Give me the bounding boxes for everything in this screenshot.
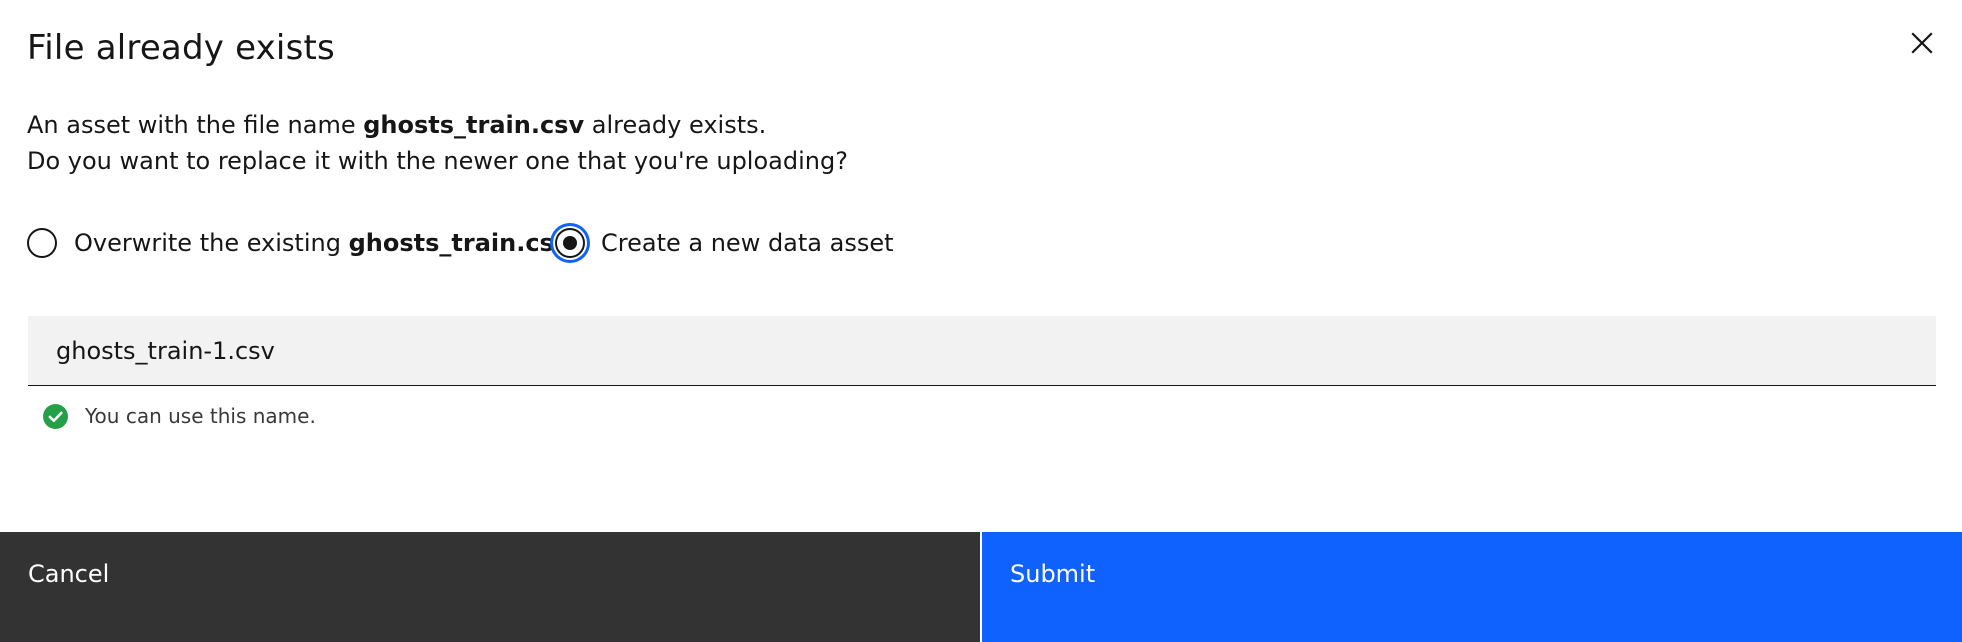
radio-overwrite-label: Overwrite the existing ghosts_train.csv: [74, 229, 569, 257]
radio-create-new-label: Create a new data asset: [601, 229, 894, 257]
submit-button[interactable]: Submit: [982, 532, 1962, 642]
radio-button-unchecked[interactable]: [27, 228, 57, 258]
message-line-2: Do you want to replace it with the newer…: [27, 147, 848, 175]
modal-message: An asset with the file name ghosts_train…: [27, 107, 848, 179]
message-line-1: An asset with the file name ghosts_train…: [27, 107, 848, 143]
existing-filename: ghosts_train.csv: [363, 111, 585, 139]
modal-footer: Cancel Submit: [0, 532, 1962, 642]
new-asset-name-input[interactable]: ghosts_train-1.csv: [28, 316, 1936, 386]
close-icon: [1911, 32, 1933, 54]
checkmark-filled-icon: [43, 403, 68, 429]
overwrite-prefix: Overwrite the existing: [74, 229, 349, 257]
overwrite-filename: ghosts_train.csv: [348, 229, 570, 257]
new-asset-name-value: ghosts_train-1.csv: [56, 336, 275, 365]
cancel-button[interactable]: Cancel: [0, 532, 980, 642]
modal-title: File already exists: [27, 28, 335, 68]
file-exists-modal: File already exists An asset with the fi…: [0, 0, 1962, 642]
message-suffix: already exists.: [584, 111, 767, 139]
name-validation-message: You can use this name.: [43, 403, 316, 429]
message-prefix: An asset with the file name: [27, 111, 364, 139]
radio-selected-dot: [563, 236, 577, 250]
radio-overwrite-existing[interactable]: Overwrite the existing ghosts_train.csv: [27, 223, 569, 263]
validation-text: You can use this name.: [85, 404, 316, 428]
close-button[interactable]: [1903, 24, 1941, 62]
radio-button-checked[interactable]: [555, 228, 585, 258]
radio-create-new-asset[interactable]: Create a new data asset: [555, 223, 894, 263]
